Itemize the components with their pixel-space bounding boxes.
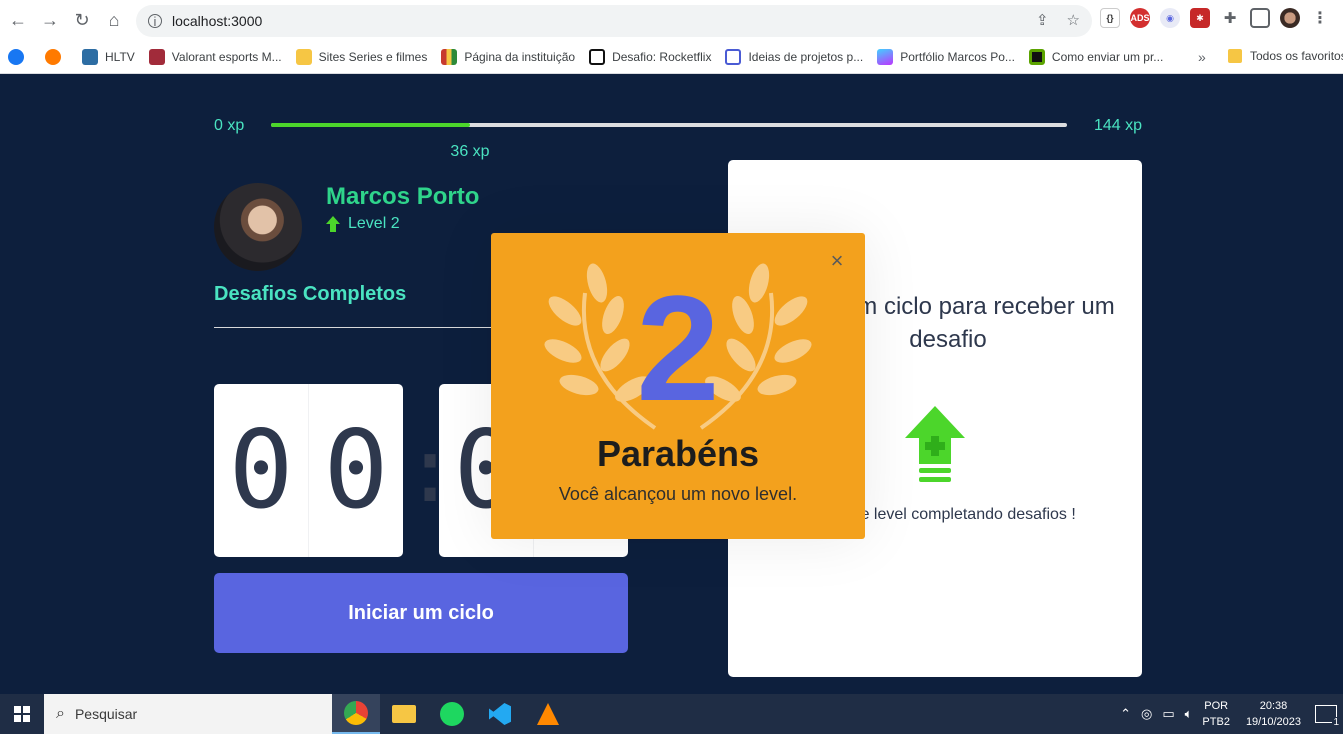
share-icon[interactable]: ⇪ [1036, 11, 1049, 29]
institution-icon [441, 49, 458, 65]
new-level-number: 2 [636, 264, 720, 432]
notification-icon[interactable]: 1 [1315, 705, 1340, 728]
windows-start-icon[interactable] [0, 694, 44, 734]
close-icon[interactable]: × [825, 249, 849, 273]
menu-kebab-icon[interactable]: ⋮ [1310, 8, 1330, 28]
bookmark-item[interactable]: Ideias de projetos p... [725, 49, 863, 65]
board-icon [725, 49, 742, 65]
vscode-icon[interactable] [476, 694, 524, 734]
folder-icon [1228, 49, 1242, 63]
bookmarks-overflow-button[interactable]: » [1198, 49, 1206, 65]
crunchyroll-icon [45, 49, 61, 65]
profile-avatar-icon[interactable] [1280, 8, 1300, 28]
forward-arrow-icon[interactable]: → [34, 5, 66, 37]
vlc-icon[interactable] [524, 694, 572, 734]
volume-icon[interactable]: 🔈︎ [1185, 706, 1193, 722]
spotify-icon[interactable] [428, 694, 476, 734]
level-up-modal: × 2 Parabéns Você alcançou um novo level… [491, 233, 865, 539]
taskbar: ⌕ Pesquisar ⌃ ◎ ▭ 🔈︎ POR PTB2 20:38 19/1… [0, 694, 1343, 734]
taskbar-search-placeholder: Pesquisar [74, 706, 138, 722]
folder-icon [295, 49, 312, 65]
chrome-taskbar-icon[interactable] [332, 694, 380, 734]
steam-icon[interactable]: ◎ [1141, 706, 1152, 722]
language-indicator[interactable]: POR PTB2 [1202, 698, 1230, 730]
hltv-icon [82, 49, 98, 65]
browser-toolbar: ← → ↻ ⌂ i localhost:3000 ⇪ ☆ {} ADS ◉ ✱ … [0, 0, 1343, 41]
puzzle-extensions-icon[interactable]: ✚ [1220, 8, 1240, 28]
bookmark-item[interactable]: Página da instituição [441, 49, 575, 65]
file-explorer-icon[interactable] [380, 694, 428, 734]
system-tray: ⌃ ◎ ▭ 🔈︎ POR PTB2 20:38 19/10/2023 1 [1120, 694, 1343, 734]
back-arrow-icon[interactable]: ← [2, 5, 34, 37]
congrats-subtitle: Você alcançou um novo level. [558, 484, 798, 504]
url-text: localhost:3000 [172, 13, 263, 29]
bookmark-folder-all[interactable]: Todos os favoritos [1228, 49, 1343, 63]
owl-extension-icon[interactable]: ◉ [1160, 8, 1180, 28]
reload-icon[interactable]: ↻ [66, 5, 98, 37]
guide-icon [1028, 49, 1045, 65]
bookmark-item[interactable]: Sites Series e filmes [295, 49, 427, 65]
extensions-area: {} ADS ◉ ✱ ✚ ⋮ [1100, 8, 1330, 28]
bookmark-item[interactable] [45, 49, 68, 65]
bookmark-item[interactable]: Portfólio Marcos Po... [877, 49, 1015, 65]
valorant-icon [148, 49, 165, 65]
bookmark-item[interactable]: Valorant esports M... [148, 49, 282, 65]
info-icon[interactable]: i [148, 14, 162, 29]
vite-icon [877, 49, 894, 65]
red-extension-icon[interactable]: ✱ [1190, 8, 1210, 28]
bookmarks-bar: HLTV Valorant esports M... Sites Series … [0, 41, 1343, 74]
home-icon[interactable]: ⌂ [98, 5, 130, 37]
taskbar-search[interactable]: ⌕ Pesquisar [44, 694, 332, 734]
bookmark-item[interactable] [8, 49, 31, 65]
bookmark-star-icon[interactable]: ☆ [1067, 11, 1080, 29]
bookmark-item[interactable]: Desafio: Rocketflix [589, 49, 711, 65]
chevron-up-icon[interactable]: ⌃ [1120, 706, 1131, 722]
adblock-extension-icon[interactable]: ADS [1130, 8, 1150, 28]
address-bar[interactable]: i localhost:3000 ⇪ ☆ [136, 5, 1092, 37]
clock[interactable]: 20:38 19/10/2023 [1246, 698, 1301, 730]
bookmark-item[interactable]: HLTV [82, 49, 135, 65]
json-extension-icon[interactable]: {} [1100, 8, 1120, 28]
network-icon[interactable]: ▭ [1162, 706, 1174, 722]
notion-icon [589, 49, 606, 65]
search-icon: ⌕ [56, 705, 65, 722]
sidepanel-icon[interactable] [1250, 8, 1270, 28]
bookmark-item[interactable]: Como enviar um pr... [1028, 49, 1163, 65]
facebook-icon [8, 49, 24, 65]
congrats-title: Parabéns [596, 433, 760, 474]
